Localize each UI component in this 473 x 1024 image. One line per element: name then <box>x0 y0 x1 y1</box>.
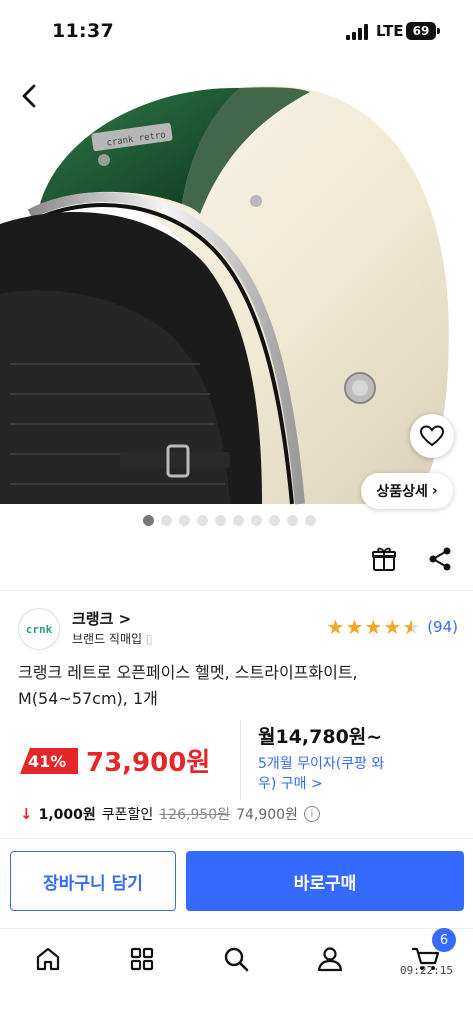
heart-icon <box>420 425 444 447</box>
info-icon[interactable]: i <box>303 806 320 822</box>
network-label: LTE <box>376 22 404 40</box>
battery-icon: 69 <box>406 22 436 40</box>
seller-logo[interactable]: crnk <box>18 608 60 650</box>
star-icon: ★ <box>345 615 364 639</box>
tab-home[interactable] <box>26 937 70 981</box>
wishlist-button[interactable] <box>410 414 454 458</box>
price-block: 41% 73,900원 월14,780원~ 5개월 무이자(쿠팡 와우) 구매 … <box>0 720 473 805</box>
seller-subtitle: 브랜드 직매입 ▯ <box>72 630 153 647</box>
price-divider <box>240 720 241 800</box>
carousel-dot[interactable] <box>251 515 262 526</box>
installment-link[interactable]: 5개월 무이자(쿠팡 와우) 구매 > <box>258 754 398 794</box>
back-chevron-icon[interactable] <box>14 80 46 112</box>
product-image-carousel[interactable]: crank retro 상품상세 › <box>0 64 473 514</box>
gift-icon <box>372 547 396 571</box>
seller-type: 브랜드 직매입 <box>72 632 143 646</box>
star-icon: ★ <box>383 615 402 639</box>
star-icon: ★ <box>364 615 383 639</box>
search-icon <box>224 947 249 972</box>
tab-my-account[interactable] <box>308 937 352 981</box>
signal-icon <box>346 24 368 40</box>
share-button[interactable] <box>425 544 455 574</box>
review-count[interactable]: (94) <box>427 618 458 636</box>
gift-share-button[interactable] <box>369 544 399 574</box>
rating[interactable]: ★ ★ ★ ★ ★ (94) <box>327 617 458 637</box>
half-star-icon: ★ <box>402 615 421 639</box>
coupon-amount: 1,000원 <box>38 807 96 823</box>
carousel-dot[interactable] <box>143 515 154 526</box>
product-title: 크랭크 레트로 오픈페이스 헬멧, 스트라이프화이트, M(54~57cm), … <box>18 663 358 708</box>
final-price: 74,900원 <box>236 807 298 823</box>
add-to-cart-button[interactable]: 장바구니 담기 <box>10 851 176 911</box>
carousel-indicator <box>143 515 316 526</box>
grid-icon <box>130 947 154 971</box>
product-detail-label: 상품상세 <box>376 484 428 500</box>
chevron-right-icon: > <box>118 610 132 628</box>
share-icon <box>429 547 451 571</box>
carousel-dot[interactable] <box>233 515 244 526</box>
carousel-dot[interactable] <box>287 515 298 526</box>
share-row <box>369 544 455 574</box>
carousel-dot[interactable] <box>197 515 208 526</box>
buy-now-button[interactable]: 바로구매 <box>186 851 464 911</box>
user-icon <box>317 947 343 972</box>
coupon-label: 쿠폰할인 <box>101 807 154 823</box>
chevron-right-icon: › <box>431 483 438 499</box>
star-icon: ★ <box>326 615 345 639</box>
monthly-price: 월14,780원~ <box>258 726 383 748</box>
carousel-dot[interactable] <box>269 515 280 526</box>
carousel-dot[interactable] <box>179 515 190 526</box>
carousel-dot[interactable] <box>305 515 316 526</box>
tab-categories[interactable] <box>120 937 164 981</box>
discount-badge: 41% <box>20 748 78 774</box>
down-arrow-icon: ↓ <box>20 805 33 823</box>
cart-count-badge: 6 <box>432 928 456 952</box>
helmet-image: crank retro <box>0 85 449 505</box>
battery-tip <box>437 28 440 34</box>
sale-price: 73,900원 <box>86 748 211 778</box>
divider <box>0 590 473 591</box>
status-time: 11:37 <box>52 20 114 42</box>
seller-name-link[interactable]: 크랭크 > <box>72 608 131 629</box>
document-icon: ▯ <box>145 632 153 646</box>
seller-row: crnk 크랭크 > 브랜드 직매입 ▯ ★ ★ ★ ★ ★ (94) <box>18 608 458 650</box>
seller-name: 크랭크 <box>72 610 114 628</box>
coupon-row: ↓ 1,000원 쿠폰할인 126,950원 74,900원 i <box>20 804 320 824</box>
carousel-dot[interactable] <box>215 515 226 526</box>
home-icon <box>36 947 60 971</box>
status-bar: 11:37 LTE 69 <box>0 0 473 64</box>
product-detail-button[interactable]: 상품상세 › <box>361 473 453 509</box>
tab-search[interactable] <box>214 937 258 981</box>
action-bar: 장바구니 담기 바로구매 <box>0 838 473 928</box>
original-price: 126,950원 <box>159 807 231 823</box>
carousel-dot[interactable] <box>161 515 172 526</box>
timestamp: 09:22:15 <box>400 964 453 977</box>
